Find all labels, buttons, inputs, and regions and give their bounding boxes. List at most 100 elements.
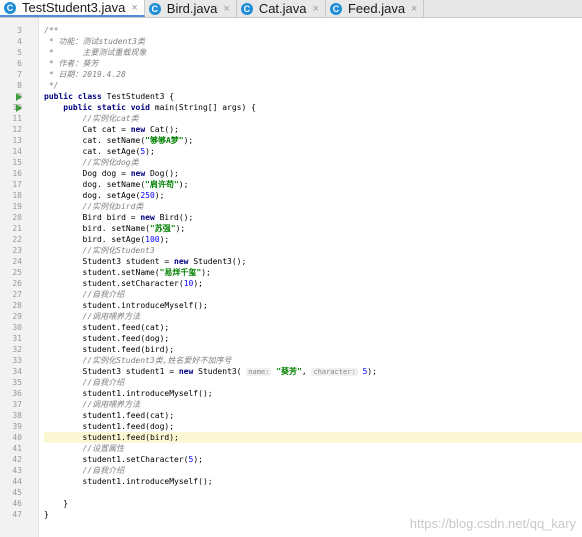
code-token: );	[193, 455, 203, 464]
code-token: student1.introduceMyself();	[44, 477, 213, 486]
line-number: 36	[12, 389, 22, 398]
line-number: 20	[12, 213, 22, 222]
code-line: student1.introduceMyself();	[44, 388, 582, 399]
line-number-gutter: 3 4 5 6 7 8 9 10 11 12 13 14 15 16 17 18 19 20 21 22 23 24 25 2…	[0, 18, 39, 537]
code-line: student.setName("易烊千玺");	[44, 267, 582, 278]
code-token: 250	[140, 191, 155, 200]
line-number: 39	[12, 422, 22, 431]
code-token: //设置属性	[44, 444, 125, 453]
line-number: 6	[17, 59, 22, 68]
code-token: cat. setAge(	[44, 147, 141, 156]
run-icon[interactable]	[16, 103, 22, 112]
tab-teststudent3-java[interactable]: C TestStudent3.java ×	[0, 0, 145, 17]
code-token: );	[145, 147, 155, 156]
code-token: 10	[183, 279, 194, 288]
line-number: 30	[12, 323, 22, 332]
line-number: 25	[12, 268, 22, 277]
code-token: Student3 student =	[44, 257, 175, 266]
code-line: /**	[44, 25, 582, 36]
code-token: /**	[44, 26, 59, 35]
line-number: 45	[12, 488, 22, 497]
code-line: //设置属性	[44, 443, 582, 454]
java-class-icon: C	[240, 2, 253, 15]
code-line: student1.feed(dog);	[44, 421, 582, 432]
code-line: * 日期：2019.4.28	[44, 69, 582, 80]
code-token: //调用喂养方法	[44, 312, 141, 321]
code-token: "够够A梦"	[145, 136, 184, 145]
line-number: 38	[12, 411, 22, 420]
close-icon[interactable]: ×	[411, 3, 417, 15]
code-token: );	[183, 136, 194, 145]
code-line: //实例化Student3类,姓名爱好不加序号	[44, 355, 582, 366]
line-number: 47	[12, 510, 22, 519]
line-number: 34	[12, 367, 22, 376]
close-icon[interactable]: ×	[313, 3, 319, 15]
tab-label: TestStudent3.java	[22, 0, 126, 15]
line-number: 28	[12, 301, 22, 310]
code-token: * 日期：2019.4.28	[44, 70, 126, 79]
run-icon[interactable]	[16, 92, 22, 101]
code-token: );	[154, 191, 165, 200]
code-editor[interactable]: 3 4 5 6 7 8 9 10 11 12 13 14 15 16 17 18 19 20 21 22 23 24 25 2…	[0, 18, 582, 537]
code-line: public class TestStudent3 {	[44, 91, 582, 102]
code-token: //自我介绍	[44, 290, 125, 299]
line-number: 27	[12, 290, 22, 299]
tab-label: Bird.java	[166, 1, 218, 16]
code-token: );	[367, 367, 377, 376]
code-token: 100	[145, 235, 160, 244]
code-line: student.setCharacter(10);	[44, 278, 582, 289]
code-token: Student3(	[198, 367, 247, 376]
code-token: student1.feed(bird);	[44, 433, 179, 442]
code-line: */	[44, 80, 582, 91]
line-number: 42	[12, 455, 22, 464]
code-token: */	[44, 81, 59, 90]
line-number: 35	[12, 378, 22, 387]
code-token: bird. setName(	[44, 224, 150, 233]
line-number: 17	[12, 180, 22, 189]
code-token: );	[175, 224, 186, 233]
code-token: new	[178, 367, 199, 376]
code-token: Student3();	[193, 257, 247, 266]
code-line: cat. setName("够够A梦");	[44, 135, 582, 146]
line-number: 31	[12, 334, 22, 343]
tab-bird-java[interactable]: C Bird.java ×	[145, 0, 237, 17]
line-number: 43	[12, 466, 22, 475]
line-number: 23	[12, 246, 22, 255]
line-number: 40	[12, 433, 22, 442]
code-line: student.feed(bird);	[44, 344, 582, 355]
code-token: "易烊千玺"	[159, 268, 202, 277]
code-token: dog. setAge(	[44, 191, 141, 200]
line-number: 12	[12, 125, 22, 134]
line-number: 16	[12, 169, 22, 178]
code-token: "苏强"	[149, 224, 176, 233]
java-class-icon: C	[4, 1, 16, 14]
code-token: );	[193, 279, 203, 288]
line-number: 41	[12, 444, 22, 453]
close-icon[interactable]: ×	[223, 3, 229, 15]
code-line: student1.feed(bird);	[44, 432, 582, 443]
close-icon[interactable]: ×	[131, 2, 137, 14]
watermark: https://blog.csdn.net/qq_kary	[409, 516, 576, 531]
code-token: //实例化dog类	[44, 158, 139, 167]
tab-feed-java[interactable]: C Feed.java ×	[326, 0, 425, 17]
code-line: * 功能：测试student3类	[44, 36, 582, 47]
line-number: 19	[12, 202, 22, 211]
line-number: 15	[12, 158, 22, 167]
tab-cat-java[interactable]: C Cat.java ×	[237, 0, 326, 17]
code-token: student1.feed(dog);	[44, 422, 175, 431]
code-token: //实例化Student3类,姓名爱好不加序号	[44, 356, 232, 365]
code-line: Cat cat = new Cat();	[44, 124, 582, 135]
code-token: public class	[44, 92, 107, 101]
line-number: 14	[12, 147, 22, 156]
code-line: }	[44, 498, 582, 509]
code-token: new	[130, 125, 150, 134]
code-line: public static void main(String[] args) {	[44, 102, 582, 113]
code-token: Cat cat =	[44, 125, 131, 134]
line-number: 4	[17, 37, 22, 46]
line-number: 44	[12, 477, 22, 486]
code-line: //调用喂养方法	[44, 399, 582, 410]
code-token: student1.setCharacter(	[44, 455, 189, 464]
code-token: * 功能：测试student3类	[44, 37, 145, 46]
code-line: * 主要测试重载现象	[44, 47, 582, 58]
